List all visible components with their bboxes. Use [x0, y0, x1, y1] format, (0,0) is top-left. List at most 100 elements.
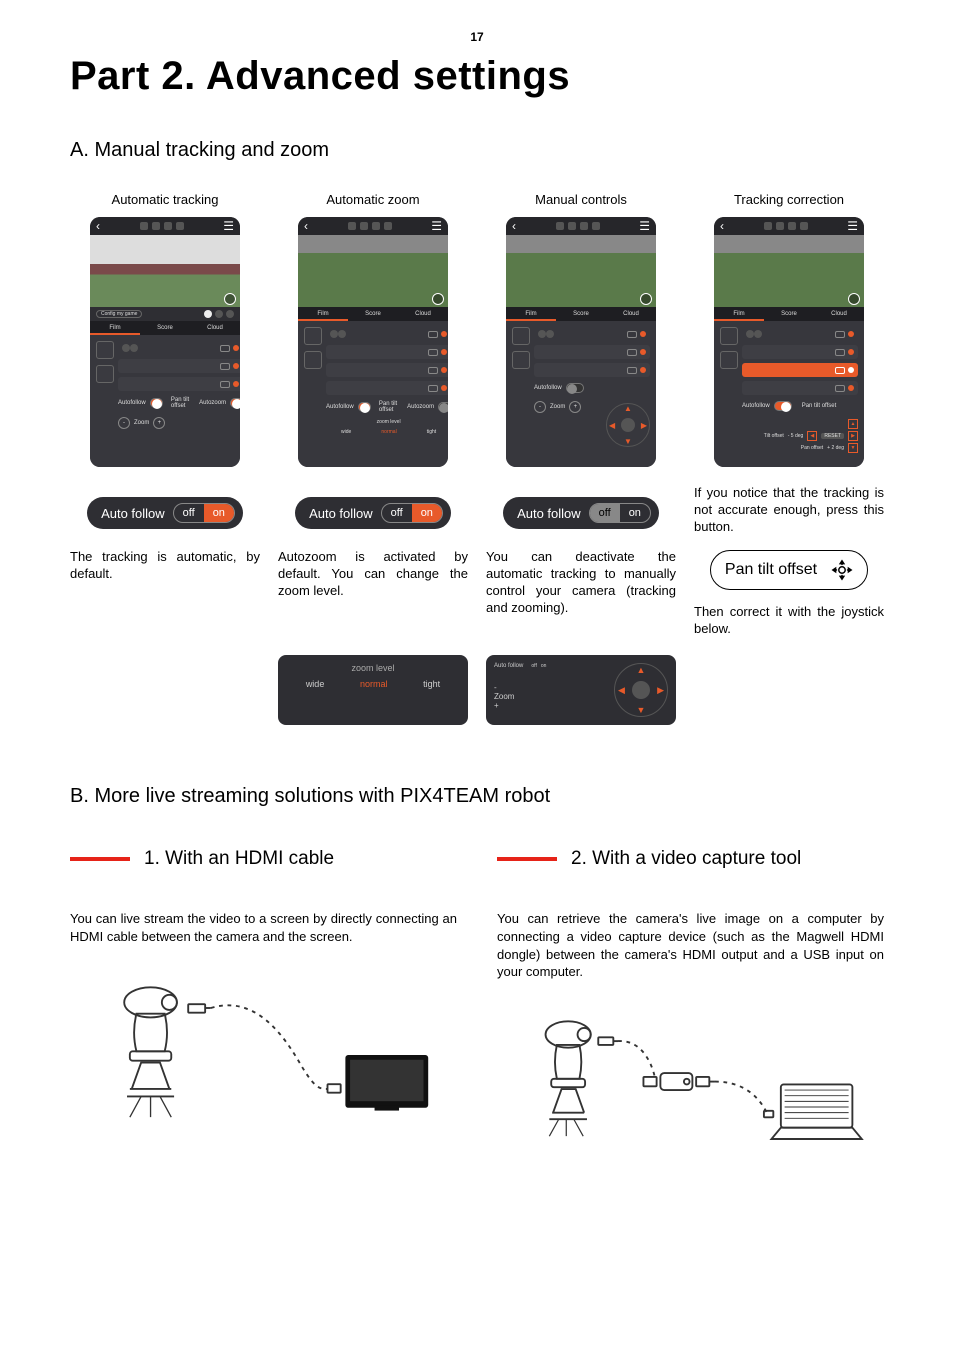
lock-icon[interactable] [720, 351, 738, 369]
menu-icon[interactable]: ☰ [639, 219, 650, 233]
subhead-capture: 2. With a video capture tool [497, 848, 884, 870]
app-screenshot-tracking: ‹☰ Config my game FilmScoreCloud Autofol… [90, 217, 240, 467]
device-icon[interactable] [96, 341, 114, 359]
autofollow-toggle[interactable] [566, 383, 584, 393]
zoom-minus[interactable]: - [534, 401, 546, 413]
autozoom-toggle[interactable] [438, 402, 448, 412]
col-correction: Tracking correction ‹☰ FilmScoreCloud Au… [694, 192, 884, 637]
lower-detail-row: zoom level wide normal tight Auto follow… [70, 655, 884, 725]
page-number: 17 [70, 30, 884, 44]
pan-offset-value: + 2 deg [827, 445, 844, 451]
autofollow-toggle[interactable] [358, 402, 371, 412]
col-desc: Autozoom is activated by default. You ca… [278, 549, 468, 600]
arrow-right-icon[interactable]: ▶ [848, 431, 858, 441]
col-manual: Manual controls ‹ ☰ FilmScoreCloud Autofo… [486, 192, 676, 637]
tab-score[interactable]: Score [556, 307, 606, 321]
pill-toggle[interactable]: offon [589, 503, 651, 523]
tab-film[interactable]: Film [714, 307, 764, 321]
col-desc-1: If you notice that the tracking is not a… [694, 485, 884, 536]
zoom-level-box: zoom level wide normal tight [278, 655, 468, 725]
col-desc: The tracking is automatic, by default. [70, 549, 260, 583]
section-b-subheads: 1. With an HDMI cable 2. With a video ca… [70, 848, 884, 870]
pantilt-label: Pan tilt offset [171, 397, 195, 409]
back-icon[interactable]: ‹ [304, 219, 308, 233]
back-icon[interactable]: ‹ [96, 219, 100, 233]
zoom-wide[interactable]: wide [341, 429, 351, 435]
col-desc: You can deactivate the automatic trackin… [486, 549, 676, 617]
zoom-plus[interactable]: + [569, 401, 581, 413]
subhead-hdmi: 1. With an HDMI cable [70, 848, 457, 870]
tab-cloud[interactable]: Cloud [398, 307, 448, 321]
pantilt-label: Pan tilt offset [379, 401, 403, 413]
pill-toggle[interactable]: offon [173, 503, 235, 523]
pan-tilt-offset-button[interactable]: Pan tilt offset [710, 550, 868, 590]
autofollow-toggle[interactable] [774, 401, 792, 411]
lock-icon[interactable] [512, 351, 530, 369]
zoom-label: Zoom [494, 692, 514, 701]
menu-icon[interactable]: ☰ [847, 219, 858, 233]
app-screenshot-manual: ‹ ☰ FilmScoreCloud Autofollow -Zoom + ▲▼◀▶ [506, 217, 656, 467]
zoom-label: Zoom [134, 420, 149, 426]
col-title: Automatic zoom [326, 192, 419, 207]
col-desc-2: Then correct it with the joystick below. [694, 604, 884, 638]
zoom-label: Zoom [550, 404, 565, 410]
menu-icon[interactable]: ☰ [431, 219, 442, 233]
af-label: Auto follow [494, 663, 523, 669]
arrow-down-icon[interactable]: ▼ [848, 443, 858, 453]
device-icon[interactable] [720, 327, 738, 345]
tilt-offset-label: Tilt offset [764, 433, 784, 439]
tab-score[interactable]: Score [764, 307, 814, 321]
subhead-text: 1. With an HDMI cable [144, 848, 334, 870]
autofollow-label: Autofollow [534, 385, 562, 391]
pan-offset-label: Pan offset [801, 445, 823, 451]
arrow-left-icon[interactable]: ◀ [807, 431, 817, 441]
zoom-plus[interactable]: + [153, 417, 165, 429]
red-underline-icon [497, 857, 557, 861]
lock-icon[interactable] [304, 351, 322, 369]
tab-film[interactable]: Film [298, 307, 348, 321]
autofollow-pill: Auto follow offon [87, 497, 243, 529]
col-auto-tracking: Automatic tracking ‹☰ Config my game Fil… [70, 192, 260, 637]
pill-toggle[interactable]: offon [381, 503, 443, 523]
zoom-tight[interactable]: tight [427, 429, 436, 435]
autofollow-toggle[interactable] [150, 398, 163, 408]
zoom-normal[interactable]: normal [360, 679, 388, 689]
b-col-hdmi: You can live stream the video to a scree… [70, 910, 457, 1170]
tab-cloud[interactable]: Cloud [606, 307, 656, 321]
zoom-tight[interactable]: tight [423, 679, 440, 689]
section-b-columns: You can live stream the video to a scree… [70, 910, 884, 1170]
joystick[interactable]: ▲▼◀▶ [606, 403, 650, 447]
tab-score[interactable]: Score [140, 321, 190, 335]
zoom-minus[interactable]: - [494, 683, 606, 692]
device-icon[interactable] [512, 327, 530, 345]
tab-cloud[interactable]: Cloud [190, 321, 240, 335]
pill-label: Auto follow [309, 506, 373, 521]
pill-label: Auto follow [517, 506, 581, 521]
zoom-minus[interactable]: - [118, 417, 130, 429]
back-icon[interactable]: ‹ [720, 219, 724, 233]
reset-button[interactable]: RESET [821, 433, 844, 439]
autozoom-toggle[interactable] [230, 398, 240, 408]
joystick[interactable]: ▲▼◀▶ [614, 663, 668, 717]
config-chip[interactable]: Config my game [96, 310, 142, 318]
lock-icon[interactable] [96, 365, 114, 383]
device-icon[interactable] [304, 327, 322, 345]
menu-icon[interactable]: ☰ [223, 219, 234, 233]
section-a-heading: A. Manual tracking and zoom [70, 139, 884, 162]
back-icon[interactable]: ‹ [512, 219, 516, 233]
zoom-wide[interactable]: wide [306, 679, 325, 689]
arrow-up-icon[interactable]: ▲ [848, 419, 858, 429]
tab-film[interactable]: Film [90, 321, 140, 335]
tab-score[interactable]: Score [348, 307, 398, 321]
zoom-normal[interactable]: normal [381, 429, 396, 435]
autofollow-pill: Auto follow offon [295, 497, 451, 529]
red-underline-icon [70, 857, 130, 861]
pantilt-label: Pan tilt offset [802, 403, 837, 409]
tab-film[interactable]: Film [506, 307, 556, 321]
zoom-plus[interactable]: + [494, 701, 606, 710]
tab-cloud[interactable]: Cloud [814, 307, 864, 321]
autozoom-label: Autozoom [199, 400, 226, 406]
tilt-offset-value: - 5 deg [788, 433, 804, 439]
col-title: Manual controls [535, 192, 627, 207]
autofollow-label: Autofollow [742, 403, 770, 409]
